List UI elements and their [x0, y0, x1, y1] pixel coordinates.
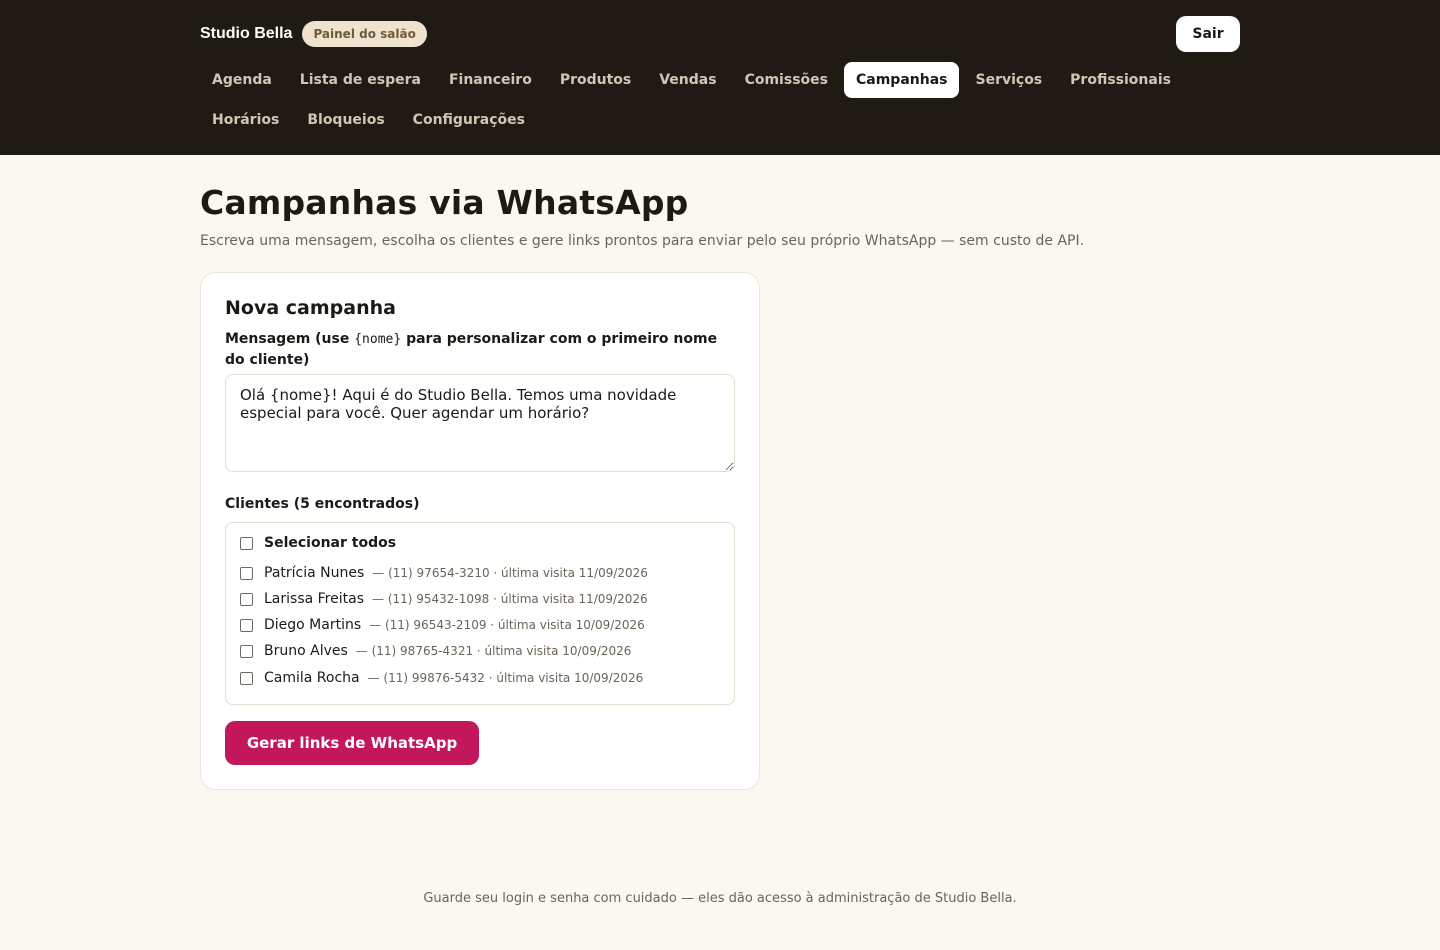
- client-name: Diego Martins: [264, 617, 362, 633]
- page-title: Campanhas via WhatsApp: [200, 183, 689, 222]
- nav-item-produtos[interactable]: Produtos: [548, 62, 643, 98]
- nav-item-financeiro[interactable]: Financeiro: [437, 62, 544, 98]
- client-row[interactable]: Patrícia Nunes — (11) 97654-3210 · últim…: [240, 565, 648, 581]
- panel-badge: Painel do salão: [302, 21, 427, 47]
- client-name: Bruno Alves: [264, 643, 348, 659]
- select-all-label: Selecionar todos: [264, 535, 397, 551]
- client-checkbox[interactable]: [240, 671, 253, 685]
- client-meta: — (11) 98765-4321 · última visita 10/09/…: [355, 644, 632, 658]
- client-meta: — (11) 97654-3210 · última visita 11/09/…: [372, 566, 648, 580]
- footer-note: Guarde seu login e senha com cuidado — e…: [423, 891, 1017, 906]
- nav-item-lista-de-espera[interactable]: Lista de espera: [288, 62, 433, 98]
- new-campaign-card: Nova campanha Mensagem (use {nome} para …: [200, 272, 760, 790]
- nav-item-configuracoes[interactable]: Configurações: [401, 102, 537, 138]
- client-checkbox[interactable]: [240, 644, 253, 658]
- client-checkbox[interactable]: [240, 618, 253, 632]
- clients-label: Clientes (5 encontrados): [225, 496, 420, 512]
- message-label: Mensagem (use {nome} para personalizar c…: [225, 329, 737, 370]
- clients-list: Selecionar todos Patrícia Nunes — (11) 9…: [225, 522, 735, 705]
- nav-item-horarios[interactable]: Horários: [200, 102, 291, 138]
- client-meta: — (11) 99876-5432 · última visita 10/09/…: [367, 671, 644, 685]
- select-all-checkbox[interactable]: [240, 536, 253, 550]
- client-row[interactable]: Larissa Freitas — (11) 95432-1098 · últi…: [240, 591, 648, 607]
- client-checkbox[interactable]: [240, 592, 253, 606]
- client-row[interactable]: Bruno Alves — (11) 98765-4321 · última v…: [240, 643, 631, 659]
- logout-button[interactable]: Sair: [1176, 16, 1240, 52]
- nav-item-profissionais[interactable]: Profissionais: [1058, 62, 1183, 98]
- client-row[interactable]: Camila Rocha — (11) 99876-5432 · última …: [240, 670, 643, 686]
- nav-item-agenda[interactable]: Agenda: [200, 62, 284, 98]
- main-nav: Agenda Lista de espera Financeiro Produt…: [200, 62, 1200, 138]
- nav-item-campanhas[interactable]: Campanhas: [843, 62, 960, 98]
- client-name: Larissa Freitas: [264, 591, 364, 607]
- brand: Studio Bella Painel do salão: [200, 21, 427, 47]
- client-checkbox[interactable]: [240, 566, 253, 580]
- page-subtitle: Escreva uma mensagem, escolha os cliente…: [200, 233, 1085, 249]
- message-textarea[interactable]: Olá {nome}! Aqui é do Studio Bella. Temo…: [225, 374, 735, 472]
- brand-name: Studio Bella: [200, 25, 293, 42]
- nav-item-servicos[interactable]: Serviços: [963, 62, 1054, 98]
- nav-item-bloqueios[interactable]: Bloqueios: [295, 102, 396, 138]
- client-row[interactable]: Diego Martins — (11) 96543-2109 · última…: [240, 617, 645, 633]
- client-meta: — (11) 95432-1098 · última visita 11/09/…: [372, 592, 648, 606]
- message-label-prefix: Mensagem (use: [225, 331, 355, 347]
- name-placeholder-token: {nome}: [354, 332, 402, 347]
- card-title: Nova campanha: [225, 297, 396, 319]
- select-all-row[interactable]: Selecionar todos: [240, 535, 396, 551]
- client-name: Patrícia Nunes: [264, 565, 365, 581]
- client-name: Camila Rocha: [264, 670, 360, 686]
- nav-item-vendas[interactable]: Vendas: [647, 62, 728, 98]
- nav-item-comissoes[interactable]: Comissões: [733, 62, 840, 98]
- top-header: Studio Bella Painel do salão Sair Agenda…: [0, 0, 1440, 155]
- generate-whatsapp-links-button[interactable]: Gerar links de WhatsApp: [225, 721, 479, 765]
- client-meta: — (11) 96543-2109 · última visita 10/09/…: [369, 618, 645, 632]
